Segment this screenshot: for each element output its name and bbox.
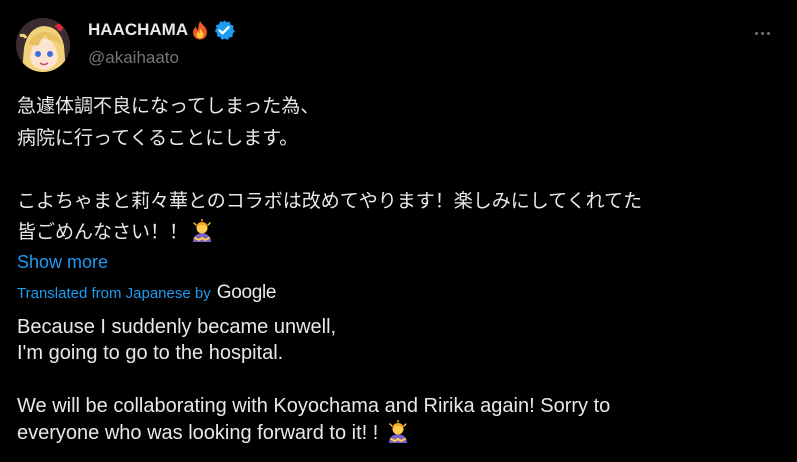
handle[interactable]: @akaihaato: [88, 48, 179, 68]
translation-line-1: Because I suddenly became unwell,: [17, 316, 337, 338]
original-line-5-row: 皆ごめんなさい！！: [17, 218, 214, 244]
avatar[interactable]: [16, 18, 70, 72]
more-horizontal-icon[interactable]: [749, 20, 775, 46]
original-line-2: 病院に行ってくることにします。: [17, 127, 299, 149]
verified-badge-icon[interactable]: [213, 19, 235, 41]
fire-icon: [191, 20, 209, 40]
translation-line-4: We will be collaborating with Koyochama …: [17, 395, 611, 417]
original-line-4: こよちゃまと莉々華とのコラボは改めてやります！楽しみにしてくれてた: [17, 190, 643, 212]
google-logo: Google: [216, 282, 277, 303]
person-bowing-icon: [190, 218, 214, 243]
person-bowing-icon: [386, 419, 410, 444]
original-line-1: 急遽体調不良になってしまった為、: [17, 95, 320, 117]
display-name-row[interactable]: HAACHAMA: [88, 19, 235, 41]
show-more-link[interactable]: Show more: [17, 252, 108, 273]
tweet: HAACHAMA @akaihaato 急遽体調不良になってしまった為、 病院に…: [0, 0, 797, 462]
translation-credit-label[interactable]: Translated from Japanese by: [17, 285, 211, 302]
translation-line-2: I'm going to go to the hospital.: [17, 342, 284, 364]
translation-credit[interactable]: Translated from Japanese by Google: [17, 282, 276, 304]
translation-line-5-row: everyone who was looking forward to it! …: [17, 419, 410, 445]
display-name[interactable]: HAACHAMA: [88, 20, 188, 40]
translation-line-5: everyone who was looking forward to it! …: [17, 422, 379, 444]
original-line-5: 皆ごめんなさい！！: [17, 221, 189, 243]
avatar-image: [16, 18, 70, 72]
